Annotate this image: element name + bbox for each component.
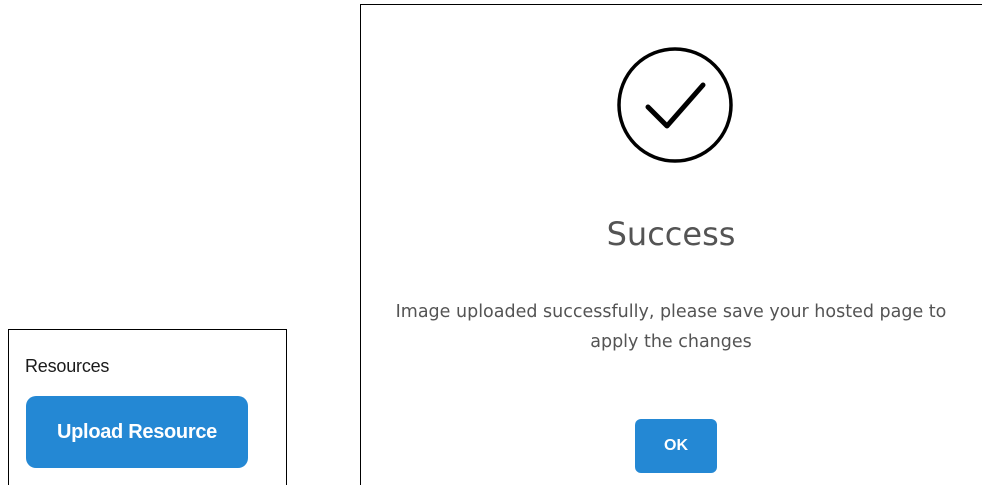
dialog-title: Success: [606, 215, 736, 253]
resources-panel: Resources Upload Resource: [8, 329, 287, 485]
ok-button[interactable]: OK: [635, 419, 717, 473]
upload-resource-button[interactable]: Upload Resource: [26, 396, 248, 468]
checkmark-circle-icon: [617, 47, 733, 163]
dialog-message: Image uploaded successfully, please save…: [395, 302, 947, 352]
resources-title: Resources: [25, 356, 110, 376]
success-dialog: Success Image uploaded successfully, ple…: [360, 4, 982, 485]
